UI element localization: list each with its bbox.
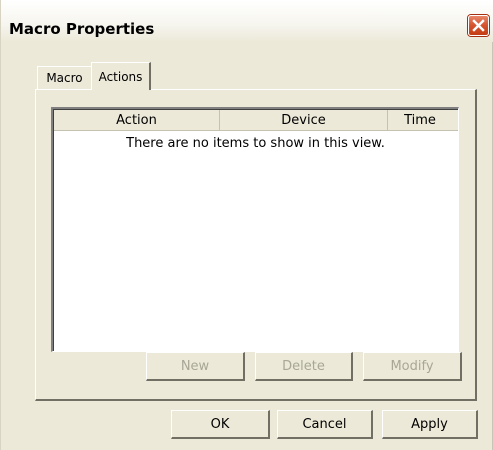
modify-button[interactable]: Modify	[363, 352, 462, 381]
apply-button-label: Apply	[411, 416, 448, 432]
column-header-time-label: Time	[404, 112, 436, 128]
apply-button[interactable]: Apply	[382, 410, 478, 439]
tab-actions-label: Actions	[98, 69, 143, 84]
tab-actions[interactable]: Actions	[91, 62, 151, 90]
tab-macro-label: Macro	[46, 71, 83, 85]
column-header-device[interactable]: Device	[220, 110, 388, 130]
empty-list-message: There are no items to show in this view.	[126, 136, 385, 151]
tab-macro[interactable]: Macro	[37, 66, 92, 89]
list-header: Action Device Time	[54, 110, 458, 131]
column-header-action-label: Action	[116, 112, 157, 128]
column-header-action[interactable]: Action	[54, 110, 220, 130]
delete-button[interactable]: Delete	[255, 352, 353, 381]
ok-button[interactable]: OK	[171, 410, 270, 439]
macro-properties-dialog: Macro Properties Macro Actions Action De…	[0, 0, 493, 450]
column-header-time[interactable]: Time	[388, 110, 452, 130]
new-button-label: New	[180, 358, 210, 374]
cancel-button-label: Cancel	[302, 416, 347, 432]
column-header-device-label: Device	[281, 112, 326, 128]
actions-list[interactable]: Action Device Time There are no items to…	[51, 107, 459, 352]
new-button[interactable]: New	[146, 352, 245, 381]
modify-button-label: Modify	[390, 358, 434, 374]
close-button[interactable]	[468, 15, 489, 36]
ok-button-label: OK	[210, 416, 230, 432]
close-icon	[472, 19, 485, 32]
window-title: Macro Properties	[9, 20, 155, 38]
cancel-button[interactable]: Cancel	[277, 410, 373, 439]
title-bar[interactable]: Macro Properties	[1, 0, 493, 42]
delete-button-label: Delete	[282, 358, 325, 374]
